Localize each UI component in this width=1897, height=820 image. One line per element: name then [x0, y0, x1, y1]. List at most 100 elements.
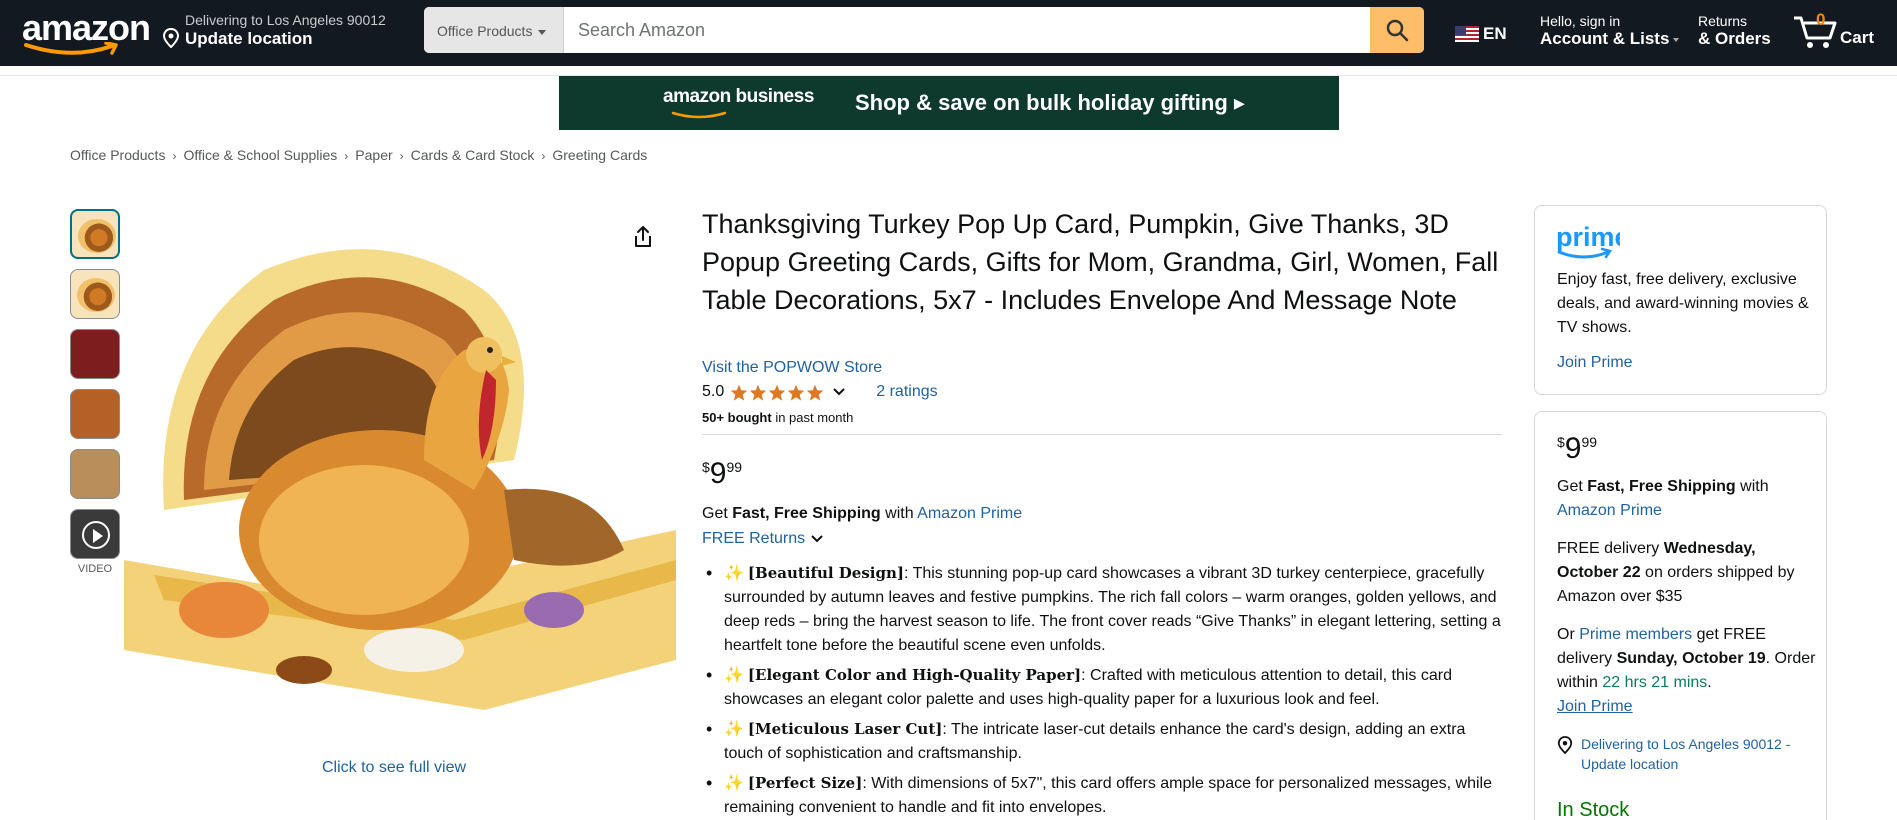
chevron-down-icon	[810, 535, 823, 543]
list-item: ✨[Beautiful Design]: This stunning pop-u…	[706, 561, 1506, 658]
store-link[interactable]: Visit the POPWOW Store	[702, 359, 882, 377]
turkey-thumbnail-image	[78, 219, 116, 253]
breadcrumb: Office Products › Office & School Supplies…	[70, 147, 647, 163]
ship-text: Get	[1557, 478, 1588, 495]
product-image[interactable]	[124, 230, 676, 710]
join-prime-link[interactable]: Join Prime	[1557, 698, 1633, 715]
cart-count: 0	[1816, 10, 1826, 29]
search-category-dropdown[interactable]: Office Products	[424, 7, 564, 53]
price-cents: 99	[1581, 434, 1598, 450]
us-flag-icon	[1455, 26, 1479, 42]
sparkle-icon: ✨	[724, 721, 744, 738]
play-icon	[82, 521, 110, 549]
divider	[702, 434, 1502, 435]
list-item: ✨[Elegant Color and High-Quality Paper]:…	[706, 663, 1506, 712]
sparkle-icon: ✨	[724, 775, 744, 792]
amazon-prime-link[interactable]: Amazon Prime	[917, 505, 1022, 522]
orders-label: & Orders	[1698, 29, 1771, 48]
prime-members-link[interactable]: Prime members	[1579, 626, 1692, 643]
bullet-heading: [Elegant Color and High-Quality Paper]	[747, 666, 1082, 684]
top-nav: amazon Delivering to Los Angeles 90012 U…	[0, 0, 1897, 66]
price-symbol: $	[1557, 434, 1565, 450]
ship-bold: Fast, Free Shipping	[1587, 478, 1736, 495]
full-view-link[interactable]: Click to see full view	[322, 759, 466, 777]
smile-icon	[24, 42, 118, 55]
amazon-business-banner[interactable]: amazon business Shop & save on bulk holi…	[559, 76, 1339, 130]
location-pin-icon	[162, 28, 180, 48]
caret-down-icon	[1673, 37, 1680, 42]
shipping-info: Get Fast, Free Shipping with Amazon Prim…	[702, 505, 1022, 523]
cart-label: Cart	[1840, 28, 1875, 47]
ship-text: with	[1735, 478, 1769, 495]
turkey-thumbnail-image	[77, 278, 115, 312]
account-label: Account & Lists	[1540, 29, 1680, 49]
thumbnail-2[interactable]	[70, 269, 120, 319]
search-button[interactable]	[1370, 7, 1424, 53]
breadcrumb-item[interactable]: Office & School Supplies	[183, 147, 337, 163]
stock-status: In Stock	[1557, 799, 1630, 820]
bullet-heading: [Meticulous Laser Cut]	[747, 720, 943, 738]
language-code: EN	[1483, 24, 1507, 43]
account-greeting: Hello, sign in	[1540, 13, 1621, 29]
amazon-logo[interactable]: amazon	[22, 7, 151, 56]
returns-orders[interactable]: Returns & Orders	[1698, 13, 1771, 49]
search-icon	[1386, 19, 1409, 42]
bought-in-past-month: 50+ bought in past month	[702, 410, 853, 425]
smile-icon	[671, 111, 727, 119]
bought-period: in past month	[771, 410, 854, 425]
buy-box: $999 Get Fast, Free Shipping with Amazon…	[1534, 411, 1827, 820]
prime-delivery-info: Or Prime members get FREE delivery Sunda…	[1557, 623, 1817, 719]
ratings-count-link[interactable]: 2 ratings	[876, 383, 937, 401]
price-symbol: $	[702, 459, 710, 475]
thumbnail-5[interactable]	[70, 449, 120, 499]
free-returns-label: FREE Returns	[702, 530, 806, 547]
logo-text: amazon	[22, 7, 151, 48]
caret-down-icon	[538, 29, 547, 35]
returns-label: Returns	[1698, 13, 1748, 29]
breadcrumb-item[interactable]: Office Products	[70, 147, 165, 163]
star-icon	[788, 384, 805, 401]
buybox-shipping: Get Fast, Free Shipping with Amazon Prim…	[1557, 475, 1817, 523]
thumbnail-video[interactable]	[70, 509, 120, 559]
ship-text: Get	[702, 505, 733, 522]
cart-button[interactable]: 0 Cart	[1792, 8, 1882, 58]
search-input[interactable]	[572, 7, 1372, 53]
thumbnail-3[interactable]	[70, 329, 120, 379]
breadcrumb-item[interactable]: Paper	[355, 147, 392, 163]
price-cents: 99	[726, 459, 743, 475]
free-delivery-info: FREE delivery Wednesday, October 22 on o…	[1557, 537, 1817, 609]
prime-logo-text: prime	[1556, 222, 1620, 252]
amazon-prime-link[interactable]: Amazon Prime	[1557, 502, 1662, 519]
prime-upsell-box: prime Enjoy fast, free delivery, exclusi…	[1534, 205, 1827, 395]
delivery-text: Or	[1557, 626, 1580, 643]
product-title: Thanksgiving Turkey Pop Up Card, Pumpkin…	[702, 209, 1499, 315]
banner-brand: amazon business	[663, 86, 814, 107]
rating-row: 5.0 2 ratings	[702, 383, 938, 401]
prime-description: Enjoy fast, free delivery, exclusive dea…	[1557, 271, 1809, 336]
ship-text: with	[880, 505, 918, 522]
thumbnail-1[interactable]	[70, 209, 120, 259]
thumbnail-4[interactable]	[70, 389, 120, 439]
breadcrumb-item[interactable]: Cards & Card Stock	[411, 147, 535, 163]
list-item: ✨[Meticulous Laser Cut]: The intricate l…	[706, 717, 1506, 766]
deliver-location-link[interactable]: Delivering to Los Angeles 90012 - Update…	[1557, 734, 1817, 774]
price-whole: 9	[1564, 432, 1582, 465]
chevron-down-icon[interactable]	[832, 387, 846, 397]
banner-promo: Shop & save on bulk holiday gifting ▸	[855, 90, 1245, 115]
star-rating[interactable]	[730, 384, 824, 401]
cart-icon	[1794, 16, 1837, 48]
ship-bold: Fast, Free Shipping	[732, 505, 881, 522]
breadcrumb-item[interactable]: Greeting Cards	[552, 147, 647, 163]
search-category-label: Office Products	[437, 23, 533, 39]
prime-logo: prime	[1556, 222, 1620, 259]
breadcrumb-separator: ›	[344, 149, 349, 163]
star-icon	[731, 384, 748, 401]
join-prime-link[interactable]: Join Prime	[1557, 354, 1633, 372]
delivery-text: .	[1707, 674, 1712, 691]
free-returns-link[interactable]: FREE Returns	[702, 530, 824, 548]
breadcrumb-separator: ›	[541, 149, 546, 163]
deliver-line1: Delivering to Los Angeles 90012	[185, 12, 386, 28]
share-icon[interactable]	[633, 225, 653, 249]
account-lists[interactable]: Hello, sign in Account & Lists	[1540, 13, 1680, 49]
sparkle-icon: ✨	[724, 667, 744, 684]
